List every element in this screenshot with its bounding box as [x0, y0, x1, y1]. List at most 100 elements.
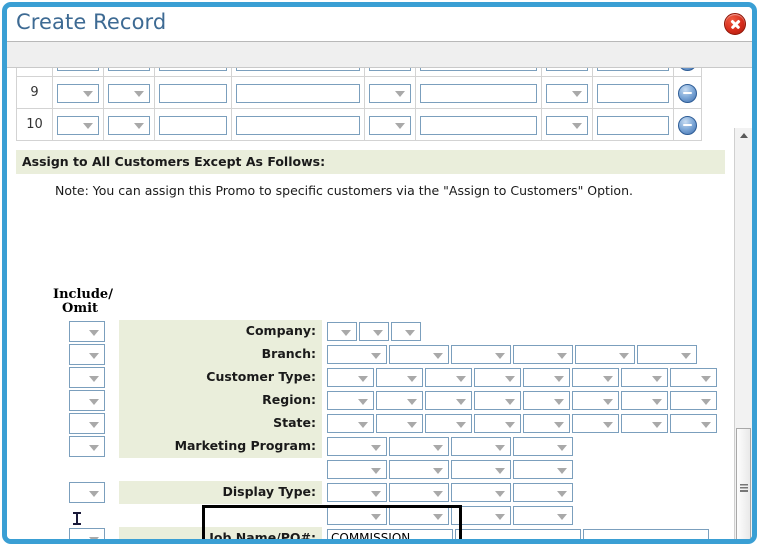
criteria-dropdown[interactable] [327, 368, 374, 387]
criteria-dropdown[interactable] [327, 414, 374, 433]
row-input[interactable] [597, 84, 669, 103]
criteria-dropdown[interactable] [425, 391, 472, 410]
criteria-dropdown[interactable] [327, 437, 387, 456]
criteria-dropdown[interactable] [523, 391, 570, 410]
criteria-dropdown[interactable] [376, 414, 423, 433]
criteria-dropdown[interactable] [327, 483, 387, 502]
criteria-dropdown[interactable] [474, 368, 521, 387]
criteria-dropdown[interactable] [389, 437, 449, 456]
remove-row-button[interactable] [678, 84, 697, 103]
row-input[interactable] [236, 116, 360, 135]
criteria-text-input[interactable] [583, 529, 709, 539]
criteria-text-input[interactable] [455, 529, 581, 539]
remove-row-button[interactable] [678, 68, 697, 71]
grid-cell [542, 68, 593, 77]
criteria-dropdown[interactable] [513, 506, 573, 525]
criteria-dropdown[interactable] [327, 460, 387, 479]
criteria-dropdown[interactable] [376, 368, 423, 387]
remove-row-button[interactable] [678, 116, 697, 135]
criteria-dropdown[interactable] [451, 483, 511, 502]
criteria-dropdown[interactable] [621, 368, 668, 387]
row-select[interactable] [57, 68, 99, 71]
criteria-dropdown[interactable] [327, 345, 387, 364]
row-select[interactable] [546, 116, 588, 135]
row-select[interactable] [369, 84, 411, 103]
row-select[interactable] [546, 84, 588, 103]
criteria-dropdown[interactable] [451, 345, 511, 364]
criteria-dropdown[interactable] [327, 322, 357, 341]
criteria-dropdown[interactable] [621, 391, 668, 410]
row-select[interactable] [369, 116, 411, 135]
criteria-dropdown[interactable] [359, 322, 389, 341]
criteria-dropdown[interactable] [575, 345, 635, 364]
criteria-dropdown[interactable] [327, 506, 387, 525]
include-omit-dropdown[interactable] [69, 436, 105, 457]
criteria-dropdown[interactable] [474, 414, 521, 433]
criteria-dropdown[interactable] [451, 506, 511, 525]
criteria-dropdown[interactable] [327, 391, 374, 410]
close-icon[interactable] [724, 13, 746, 35]
criteria-dropdown[interactable] [670, 368, 717, 387]
include-omit-dropdown[interactable] [69, 344, 105, 365]
criteria-dropdown[interactable] [513, 437, 573, 456]
criteria-dropdown[interactable] [523, 368, 570, 387]
row-select[interactable] [57, 116, 99, 135]
criteria-dropdown[interactable] [389, 506, 449, 525]
criteria-dropdown[interactable] [389, 460, 449, 479]
scroll-up-icon[interactable] [735, 128, 752, 145]
criteria-dropdown[interactable] [474, 391, 521, 410]
criteria-dropdown[interactable] [513, 345, 573, 364]
criteria-dropdown[interactable] [391, 322, 421, 341]
row-input[interactable] [159, 84, 227, 103]
criteria-dropdown[interactable] [376, 391, 423, 410]
criteria-row: Branch: [7, 343, 734, 366]
grid-cell [542, 109, 593, 141]
criteria-dropdown[interactable] [523, 414, 570, 433]
criteria-dropdown[interactable] [451, 437, 511, 456]
criteria-dropdown[interactable] [670, 414, 717, 433]
include-omit-dropdown[interactable] [69, 390, 105, 411]
criteria-dropdown[interactable] [670, 391, 717, 410]
criteria-dropdown[interactable] [425, 368, 472, 387]
criteria-dropdown[interactable] [389, 483, 449, 502]
criteria-text-input[interactable]: COMMISSION [327, 529, 453, 539]
criteria-dropdown[interactable] [425, 414, 472, 433]
include-omit-dropdown[interactable] [69, 482, 105, 503]
row-select[interactable] [108, 84, 150, 103]
criteria-dropdown[interactable] [513, 483, 573, 502]
include-omit-dropdown[interactable] [69, 367, 105, 388]
include-omit-dropdown[interactable] [69, 413, 105, 434]
include-omit-dropdown[interactable] [69, 528, 105, 539]
criteria-dropdown[interactable] [637, 345, 697, 364]
row-input[interactable] [236, 68, 360, 71]
row-select[interactable] [108, 116, 150, 135]
criteria-dropdown[interactable] [451, 460, 511, 479]
vertical-scrollbar[interactable] [734, 128, 752, 544]
row-input[interactable] [159, 68, 227, 71]
row-select[interactable] [57, 84, 99, 103]
criteria-dropdown[interactable] [572, 414, 619, 433]
row-select[interactable] [108, 68, 150, 71]
include-omit-select [69, 482, 105, 503]
row-input[interactable] [420, 68, 537, 71]
grid-cell [232, 77, 365, 109]
criteria-dropdown[interactable] [572, 391, 619, 410]
grid-cell [674, 77, 702, 109]
grid-cell [365, 109, 416, 141]
row-input[interactable] [597, 68, 669, 71]
scrollbar-thumb[interactable] [736, 428, 751, 544]
row-input[interactable] [420, 84, 537, 103]
row-select[interactable] [546, 68, 588, 71]
criteria-row: State: [7, 412, 734, 435]
include-omit-dropdown[interactable] [69, 321, 105, 342]
row-select[interactable] [369, 68, 411, 71]
row-input[interactable] [159, 116, 227, 135]
criteria-dropdown[interactable] [513, 460, 573, 479]
row-input[interactable] [420, 116, 537, 135]
row-input[interactable] [597, 116, 669, 135]
row-input[interactable] [236, 84, 360, 103]
criteria-row [7, 504, 734, 527]
criteria-dropdown[interactable] [621, 414, 668, 433]
criteria-dropdown[interactable] [389, 345, 449, 364]
criteria-dropdown[interactable] [572, 368, 619, 387]
